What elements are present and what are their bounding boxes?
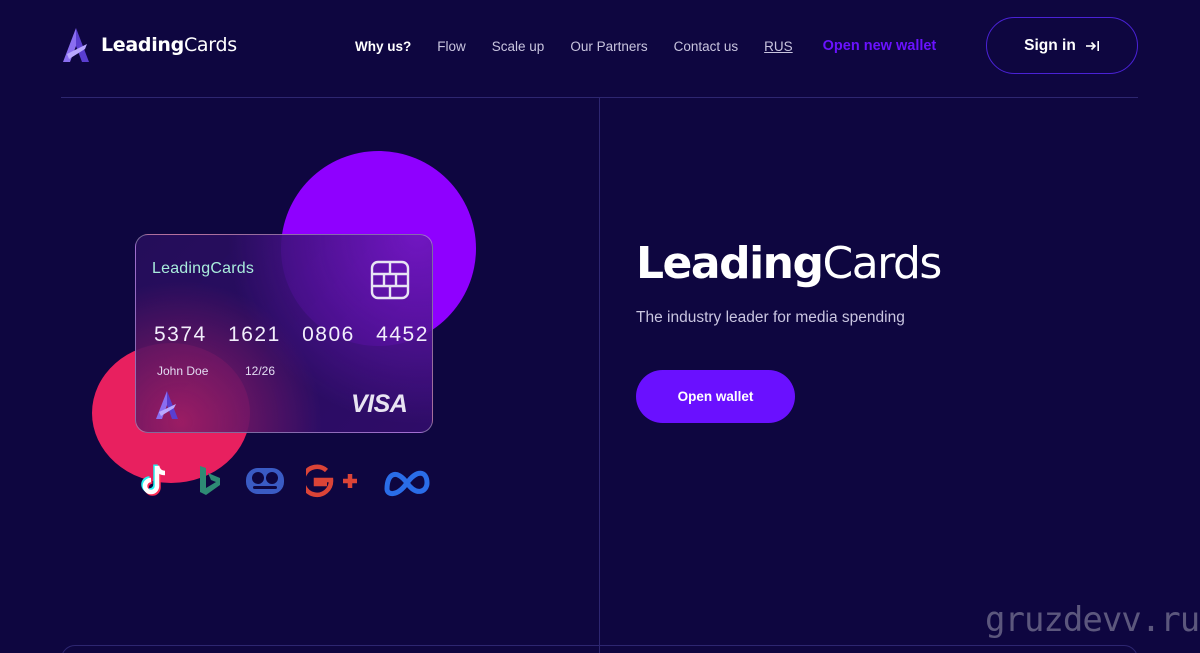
yandex-zen-icon <box>246 468 284 494</box>
sign-in-label: Sign in <box>1024 36 1076 54</box>
nav-our-partners[interactable]: Our Partners <box>570 39 647 54</box>
open-wallet-label: Open wallet <box>677 389 754 404</box>
card-expiry: 12/26 <box>245 364 276 378</box>
card-logo-icon <box>156 391 178 419</box>
logo-icon <box>63 28 89 62</box>
hero-title: LeadingCards <box>636 238 942 289</box>
visa-logo: VISA <box>351 390 408 418</box>
section-divider <box>599 97 600 653</box>
nav-flow[interactable]: Flow <box>437 39 466 54</box>
card-number: 5374 1621 0806 4452 <box>154 323 429 346</box>
chip-icon <box>370 260 410 300</box>
logo[interactable]: LeadingCards <box>61 26 237 64</box>
next-section-outline <box>61 645 1138 653</box>
hero-subtitle: The industry leader for media spending <box>636 309 905 326</box>
card-holder: John Doe <box>157 364 209 378</box>
logo-text: LeadingCards <box>101 34 237 56</box>
tiktok-icon <box>141 464 166 496</box>
open-wallet-button[interactable]: Open wallet <box>636 370 795 423</box>
meta-icon <box>384 470 430 496</box>
card-brand: LeadingCards <box>152 260 255 277</box>
header: LeadingCards Why us? Flow Scale up Our P… <box>0 0 1200 96</box>
bing-icon <box>200 466 220 495</box>
open-new-wallet-link[interactable]: Open new wallet <box>823 38 937 54</box>
language-switch[interactable]: RUS <box>764 39 793 54</box>
google-plus-icon <box>306 464 357 498</box>
main-nav: Why us? Flow Scale up Our Partners Conta… <box>355 36 962 56</box>
credit-card: LeadingCards 5374 1621 0806 4452 John Do… <box>135 234 433 433</box>
nav-scale-up[interactable]: Scale up <box>492 39 545 54</box>
sign-in-icon <box>1085 40 1099 51</box>
sign-in-button[interactable]: Sign in <box>986 17 1138 74</box>
nav-contact-us[interactable]: Contact us <box>674 39 739 54</box>
nav-why-us[interactable]: Why us? <box>355 39 411 54</box>
watermark: gruzdevv.ru <box>985 600 1200 640</box>
